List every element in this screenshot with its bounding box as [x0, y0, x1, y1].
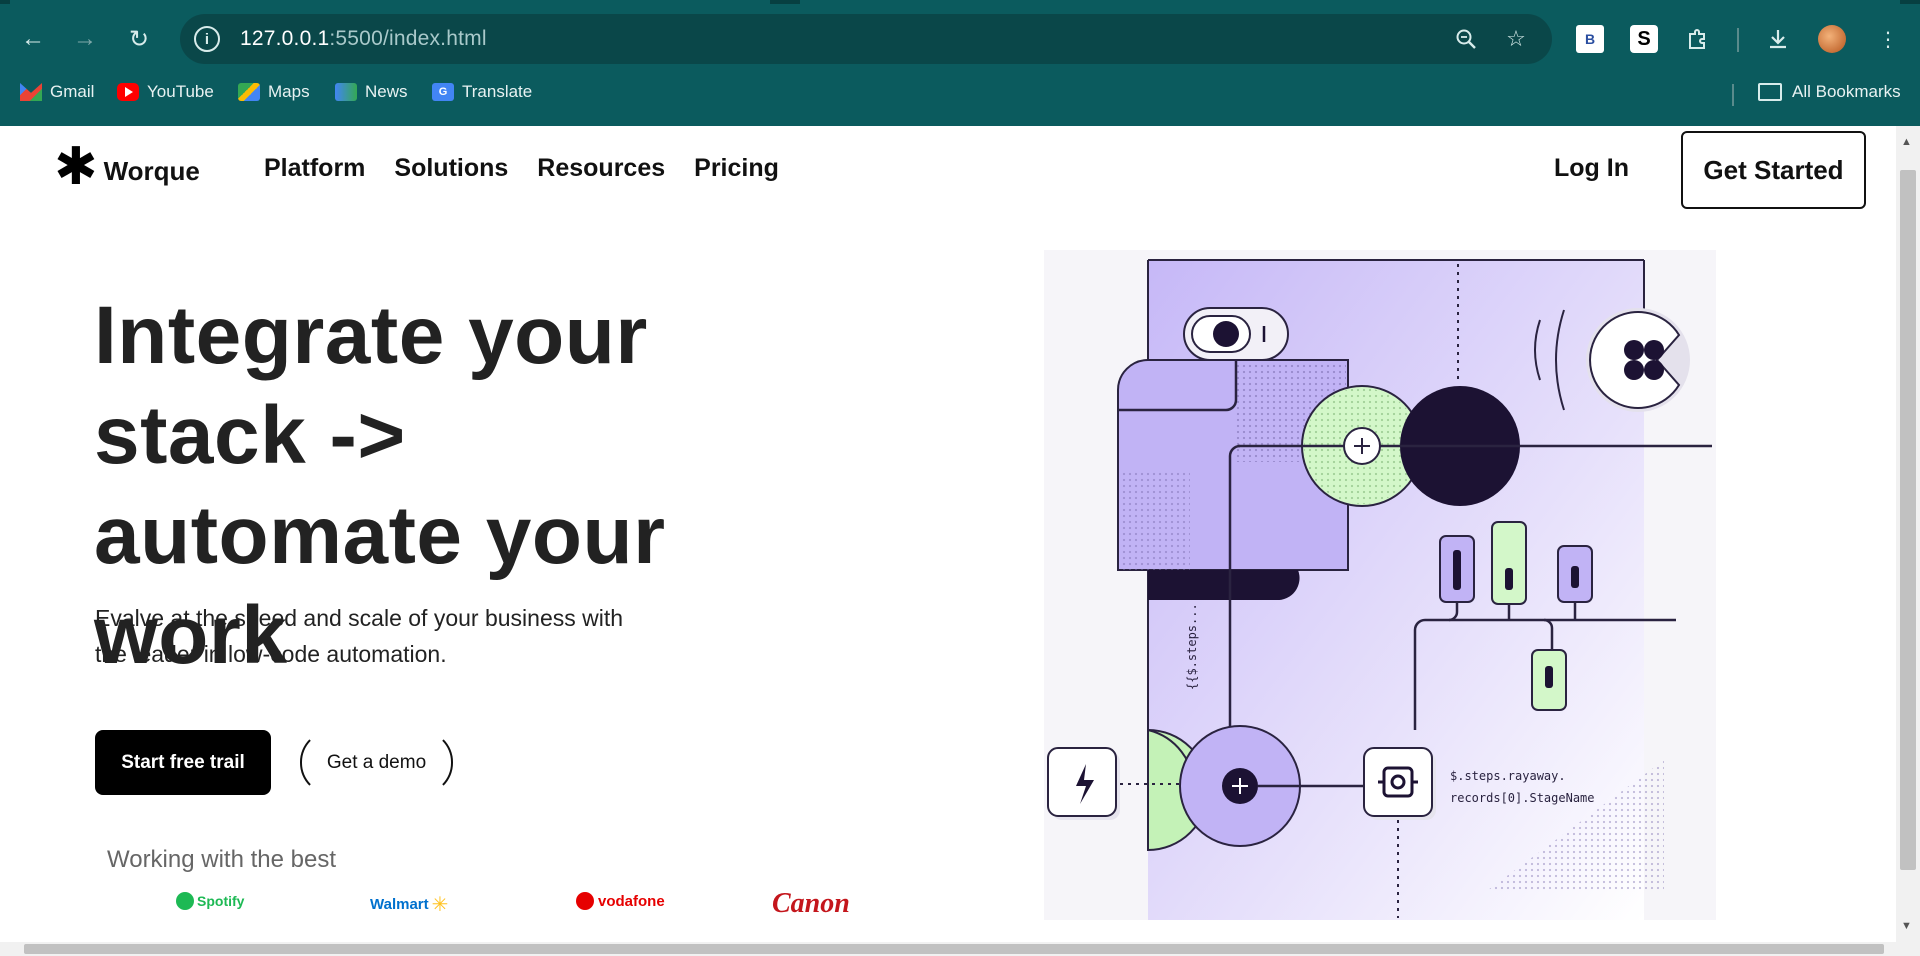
- hero-subtitle: Evalve at the speed and scale of your bu…: [95, 605, 624, 667]
- scroll-up-icon[interactable]: ▲: [1901, 136, 1912, 148]
- code-label: {{$.steps...: [1185, 603, 1199, 690]
- profile-avatar[interactable]: [1818, 25, 1846, 53]
- logo-text: Worque: [103, 155, 200, 186]
- bookmark-translate[interactable]: G Translate: [432, 82, 532, 102]
- maps-icon: [238, 83, 260, 101]
- forward-icon[interactable]: →: [66, 20, 104, 58]
- vertical-scrollbar[interactable]: ▲ ▼: [1896, 126, 1920, 942]
- bookmark-gmail[interactable]: Gmail: [20, 82, 94, 102]
- brand-name: vodafone: [598, 892, 665, 910]
- working-with-label: Working with the best: [107, 846, 336, 873]
- hero-illustration: {{$.steps... $.steps.rayaway. records[0]…: [1044, 250, 1716, 920]
- gmail-icon: [20, 83, 42, 101]
- page-content: ✱ Worque Platform Solutions Resources Pr…: [0, 126, 1896, 942]
- asterisk-logo-icon: ✱: [54, 138, 98, 196]
- login-link[interactable]: Log In: [1554, 154, 1629, 183]
- folder-icon: [1758, 83, 1782, 101]
- download-icon[interactable]: [1764, 25, 1792, 53]
- tab-inactive[interactable]: [10, 0, 770, 4]
- vodafone-icon: [576, 892, 594, 910]
- url-path: :5500/index.html: [329, 27, 487, 50]
- bookmark-label: YouTube: [147, 82, 214, 101]
- spark-icon: ✳: [431, 894, 449, 916]
- scroll-down-icon[interactable]: ▼: [1901, 920, 1912, 932]
- tab-strip: [0, 0, 1920, 4]
- browser-toolbar: ← → ↻ i 127.0.0.1:5500/index.html ☆ B S …: [0, 12, 1920, 66]
- bookmark-label: News: [365, 82, 408, 101]
- tab-active[interactable]: [800, 0, 1900, 4]
- gear-node: [1363, 747, 1433, 817]
- spotify-logo: Spotify: [176, 892, 244, 910]
- youtube-icon: [117, 83, 139, 101]
- bookmarks-separator: [1732, 84, 1734, 106]
- code-line: $.steps.rayaway.: [1450, 769, 1566, 783]
- toolbar-separator: [1737, 28, 1739, 52]
- bookmark-label: Maps: [268, 82, 310, 101]
- bookmark-star-icon[interactable]: ☆: [1502, 25, 1530, 53]
- brand-name: Canon: [772, 888, 850, 919]
- get-demo-button[interactable]: Get a demo: [300, 730, 453, 795]
- nav-platform[interactable]: Platform: [264, 154, 365, 183]
- main-nav: Platform Solutions Resources Pricing: [264, 154, 779, 183]
- bookmark-label: Gmail: [50, 82, 95, 101]
- all-bookmarks-label: All Bookmarks: [1792, 82, 1901, 101]
- start-free-trial-button[interactable]: Start free trail: [95, 730, 271, 795]
- brand-name: Walmart: [370, 896, 429, 913]
- url-text[interactable]: 127.0.0.1:5500/index.html: [240, 27, 487, 51]
- scroll-thumb[interactable]: [1900, 170, 1916, 870]
- code-line: records[0].StageName: [1450, 791, 1595, 805]
- back-icon[interactable]: ←: [14, 20, 52, 58]
- spotify-icon: [176, 892, 194, 910]
- nav-resources[interactable]: Resources: [537, 154, 665, 183]
- url-host: 127.0.0.1: [240, 27, 330, 50]
- dark-bar: [1148, 570, 1300, 601]
- bookmarks-bar: Gmail YouTube Maps News G Translate All B…: [0, 76, 1920, 112]
- browser-chrome: ← → ↻ i 127.0.0.1:5500/index.html ☆ B S …: [0, 0, 1920, 126]
- nav-pricing[interactable]: Pricing: [694, 154, 779, 183]
- brand-name: Spotify: [197, 893, 245, 909]
- brand-logos: Spotify Walmart ✳ vodafone Canon: [0, 888, 900, 922]
- scroll-thumb[interactable]: [24, 944, 1884, 954]
- slider-switch: [1491, 521, 1527, 605]
- horizontal-scrollbar[interactable]: [0, 942, 1920, 956]
- extension-s-icon[interactable]: S: [1630, 25, 1658, 53]
- menu-kebab-icon[interactable]: ⋮: [1874, 25, 1902, 53]
- walmart-logo: Walmart ✳: [370, 892, 448, 917]
- news-icon: [335, 83, 357, 101]
- zoom-icon[interactable]: [1452, 25, 1480, 53]
- get-started-button[interactable]: Get Started: [1681, 131, 1866, 209]
- bookmark-youtube[interactable]: YouTube: [117, 82, 214, 102]
- extensions-puzzle-icon[interactable]: [1684, 25, 1712, 53]
- bookmark-maps[interactable]: Maps: [238, 82, 310, 102]
- site-info-icon[interactable]: i: [194, 26, 220, 52]
- reload-icon[interactable]: ↻: [120, 20, 158, 58]
- site-logo[interactable]: ✱ Worque: [54, 138, 200, 196]
- nav-solutions[interactable]: Solutions: [394, 154, 508, 183]
- canon-logo: Canon: [772, 888, 850, 920]
- translate-icon: G: [432, 83, 454, 101]
- all-bookmarks[interactable]: All Bookmarks: [1758, 82, 1901, 102]
- vodafone-logo: vodafone: [576, 892, 665, 910]
- bookmark-news[interactable]: News: [335, 82, 408, 102]
- address-bar[interactable]: i 127.0.0.1:5500/index.html ☆: [180, 14, 1552, 64]
- extension-b-icon[interactable]: B: [1576, 25, 1604, 53]
- bookmark-label: Translate: [462, 82, 533, 101]
